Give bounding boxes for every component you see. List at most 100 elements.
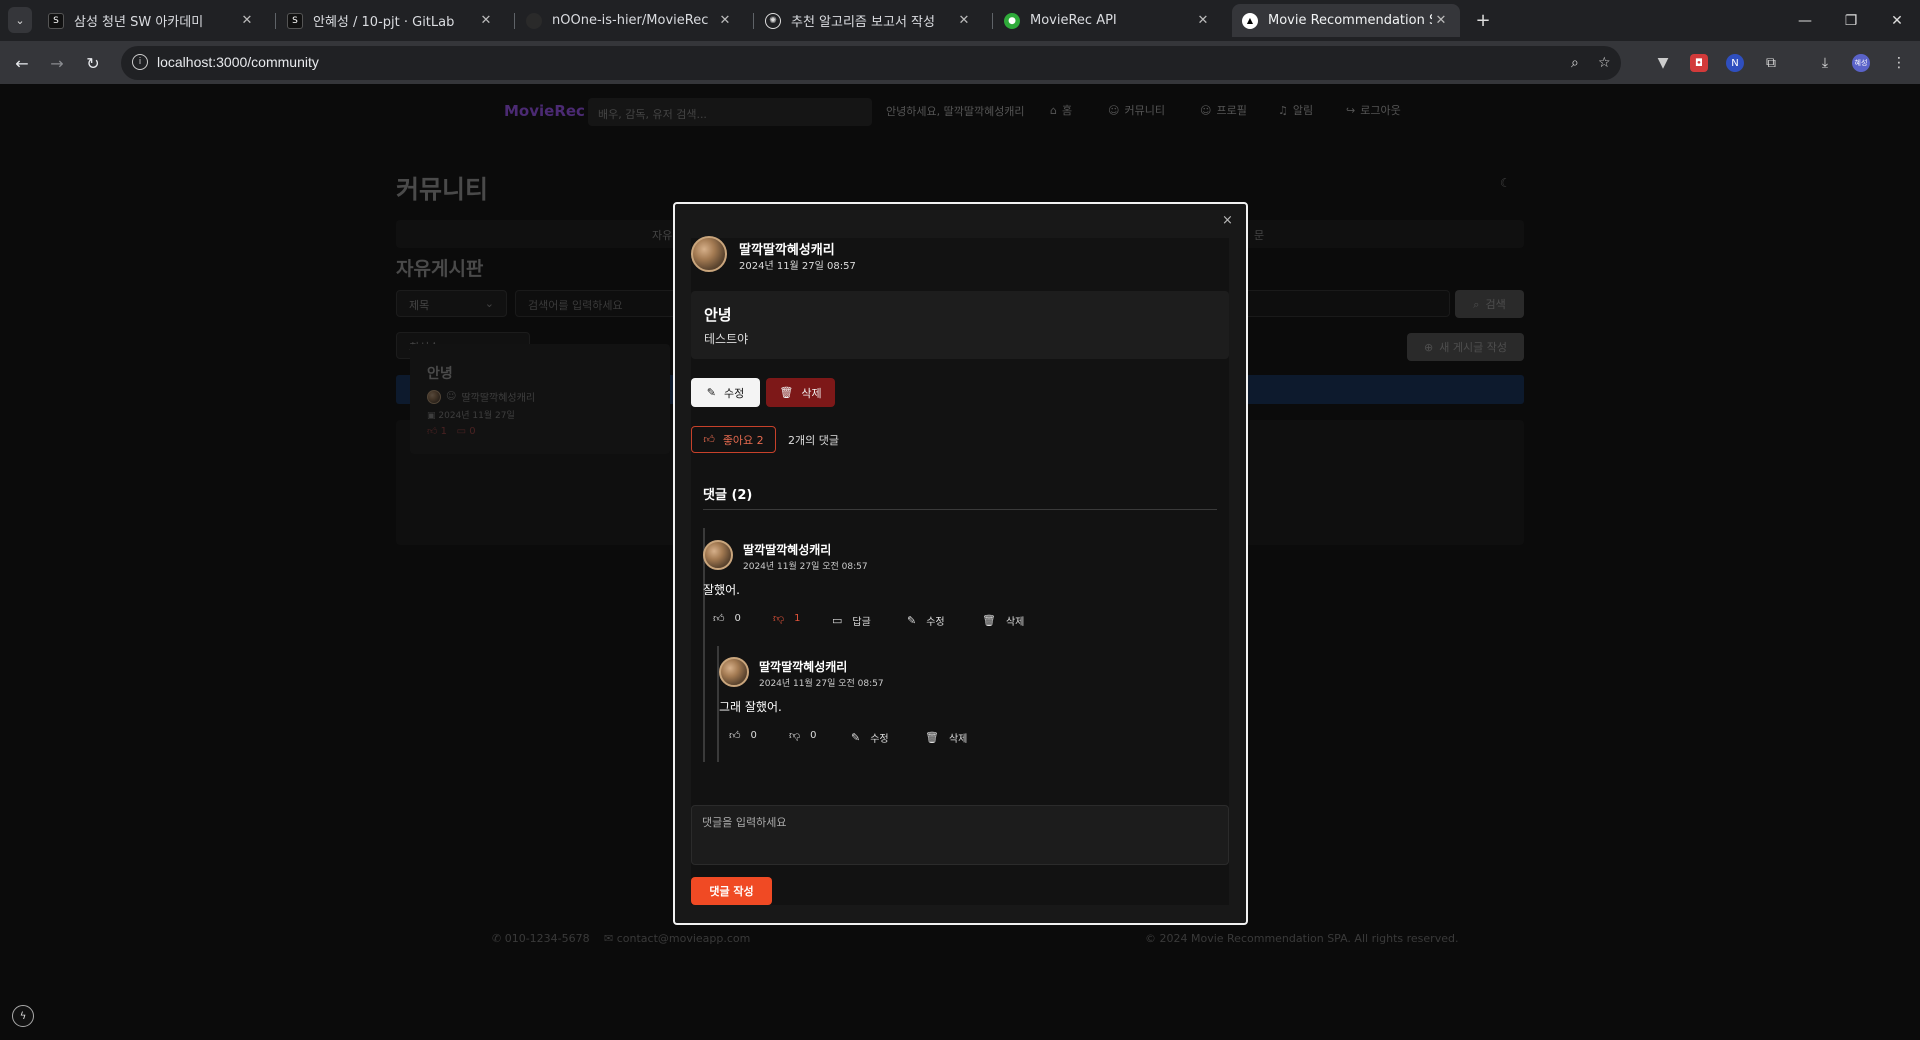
tab-title: MovieRec API — [1030, 13, 1117, 28]
comment-dislike-button[interactable]: 👎︎ 0 — [789, 730, 817, 741]
tab-movie-spa[interactable]: ▲ Movie Recommendation SPA ✕ — [1232, 4, 1460, 37]
comment-delete-button[interactable]: 🗑︎ 삭제 — [925, 730, 967, 745]
nav-notifications[interactable]: ♫ 알림 — [1278, 102, 1313, 118]
comment-textarea[interactable] — [691, 805, 1229, 865]
comment-like-button[interactable]: 👍︎ 0 — [713, 613, 741, 624]
nextjs-dev-indicator-icon[interactable]: ϟ — [12, 1005, 34, 1027]
post-author[interactable]: 딸깍딸깍혜성캐리 — [739, 239, 835, 258]
comment-text: 그래 잘했어. — [719, 700, 782, 714]
comment-author[interactable]: 딸깍딸깍혜성캐리 — [759, 658, 847, 675]
nav-label: 홈 — [1061, 104, 1073, 117]
extension-red-icon[interactable]: ◘ — [1690, 54, 1708, 72]
site-search-input[interactable]: 배우, 감독, 유저 검색... — [588, 98, 872, 126]
nav-label: 로그아웃 — [1360, 104, 1401, 117]
post-like-button[interactable]: 👍︎ 좋아요 2 — [691, 426, 776, 453]
tab-separator — [753, 13, 754, 29]
calendar-icon: ▣ — [427, 411, 439, 421]
tab-free-board[interactable]: 자유 — [652, 227, 672, 243]
tab-github[interactable]: nOOne-is-hier/MovieRec ✕ — [516, 4, 744, 37]
search-icon: ⌕ — [1473, 297, 1480, 311]
edit-icon: ✎ — [907, 614, 917, 627]
chevron-down-icon: ⌄ — [484, 297, 494, 310]
comment-icon: ▭ — [456, 426, 467, 437]
address-bar[interactable]: i localhost:3000/community ⌕ ☆ — [121, 46, 1621, 80]
new-tab-button[interactable]: + — [1471, 8, 1495, 32]
user-icon: ☺ — [446, 391, 457, 402]
minimize-button[interactable]: — — [1782, 0, 1828, 41]
edit-label: 수정 — [723, 386, 745, 400]
user-icon: ☺ — [1200, 103, 1212, 117]
close-icon[interactable]: ✕ — [1194, 13, 1212, 28]
tab-ssafy[interactable]: S 삼성 청년 SW 아카데미 ✕ — [38, 4, 266, 37]
search-button[interactable]: ⌕ 검색 — [1455, 290, 1524, 318]
api-icon: ● — [1004, 12, 1020, 29]
comment-author[interactable]: 딸깍딸깍혜성캐리 — [743, 541, 831, 558]
zoom-icon[interactable]: ⌕ — [1571, 55, 1579, 71]
download-icon[interactable]: ⤓ — [1816, 54, 1834, 72]
reply-label: 답글 — [852, 617, 871, 628]
profile-avatar[interactable]: 혜성 — [1852, 54, 1870, 72]
forward-button[interactable]: → — [43, 49, 71, 77]
nav-profile[interactable]: ☺ 프로필 — [1200, 102, 1247, 118]
search-field-select[interactable]: 제목 ⌄ — [396, 290, 507, 317]
select-value: 제목 — [409, 299, 430, 312]
home-icon: ⌂ — [1050, 103, 1057, 117]
post-delete-button[interactable]: 🗑︎ 삭제 — [766, 378, 835, 407]
url-text[interactable]: localhost:3000/community — [157, 54, 319, 70]
trash-icon: 🗑︎ — [982, 614, 996, 627]
close-icon[interactable]: ✕ — [955, 13, 973, 28]
thumbs-down-icon: 👎︎ — [773, 612, 785, 625]
comment-edit-button[interactable]: ✎ 수정 — [851, 730, 889, 745]
avatar — [691, 236, 727, 272]
extension-n-icon[interactable]: N — [1726, 54, 1744, 72]
thumbs-up-icon: 👍︎ — [729, 729, 741, 742]
menu-kebab-icon[interactable]: ⋮ — [1890, 54, 1908, 72]
tab-api[interactable]: ● MovieRec API ✕ — [994, 4, 1222, 37]
close-icon[interactable]: ✕ — [238, 13, 256, 28]
post-card-date-text: 2024년 11월 27일 — [438, 411, 515, 421]
nav-community[interactable]: ☺ 커뮤니티 — [1108, 102, 1165, 118]
delete-label: 삭제 — [948, 734, 968, 745]
post-edit-button[interactable]: ✎ 수정 — [691, 378, 760, 407]
comment-like-button[interactable]: 👍︎ 0 — [729, 730, 757, 741]
footer-email-text: contact@movieapp.com — [616, 932, 751, 945]
restore-button[interactable]: ❐ — [1828, 0, 1874, 41]
github-icon — [526, 12, 542, 29]
moon-icon[interactable]: ☾ — [1500, 176, 1511, 190]
ssafy-icon: S — [48, 12, 64, 29]
site-logo[interactable]: MovieRec — [504, 102, 585, 120]
back-button[interactable]: ← — [8, 49, 36, 77]
comments-heading: 댓글 (2) — [703, 488, 753, 503]
avatar — [703, 540, 733, 570]
vuejs-extension-icon[interactable]: ▼ — [1654, 54, 1672, 72]
tab-search-button[interactable]: ⌄ — [8, 7, 32, 33]
close-icon[interactable]: ✕ — [477, 13, 495, 28]
tab-title: 안혜성 / 10-pjt · GitLab — [313, 15, 455, 30]
thumbs-up-icon: 👍︎ — [427, 426, 438, 437]
site-navbar: MovieRec 배우, 감독, 유저 검색... 안녕하세요, 딸깍딸깍혜성캐… — [0, 84, 1920, 136]
reload-button[interactable]: ↻ — [79, 49, 107, 77]
comment-dislike-button[interactable]: 👎︎ 1 — [773, 613, 801, 624]
nav-home[interactable]: ⌂ 홈 — [1050, 102, 1072, 118]
edit-icon: ✎ — [706, 386, 716, 399]
tab-qna-board[interactable]: 문 — [1254, 227, 1264, 243]
search-button-label: 검색 — [1485, 298, 1506, 311]
post-body: 테스트야 — [704, 332, 749, 346]
comment-delete-button[interactable]: 🗑︎ 삭제 — [982, 613, 1024, 628]
comment-reply-button[interactable]: ▭ 답글 — [832, 613, 871, 628]
site-info-icon[interactable]: i — [132, 54, 148, 70]
close-icon[interactable]: ✕ — [716, 13, 734, 28]
tab-gitlab[interactable]: S 안혜성 / 10-pjt · GitLab ✕ — [277, 4, 505, 37]
comment-submit-button[interactable]: 댓글 작성 — [691, 877, 772, 905]
new-post-button[interactable]: ⊕ 새 게시글 작성 — [1407, 333, 1524, 361]
thumbs-up-icon: 👍︎ — [713, 612, 725, 625]
tab-chatgpt[interactable]: ✺ 추천 알고리즘 보고서 작성 ✕ — [755, 4, 983, 37]
tab-separator — [275, 13, 276, 29]
comment-edit-button[interactable]: ✎ 수정 — [907, 613, 945, 628]
bookmark-star-icon[interactable]: ☆ — [1598, 55, 1611, 71]
nav-logout[interactable]: ↪ 로그아웃 — [1346, 102, 1401, 118]
modal-close-button[interactable]: × — [1222, 213, 1233, 228]
close-icon[interactable]: ✕ — [1432, 13, 1450, 28]
window-close-button[interactable]: ✕ — [1874, 0, 1920, 41]
extensions-puzzle-icon[interactable]: ⧉ — [1762, 54, 1780, 72]
